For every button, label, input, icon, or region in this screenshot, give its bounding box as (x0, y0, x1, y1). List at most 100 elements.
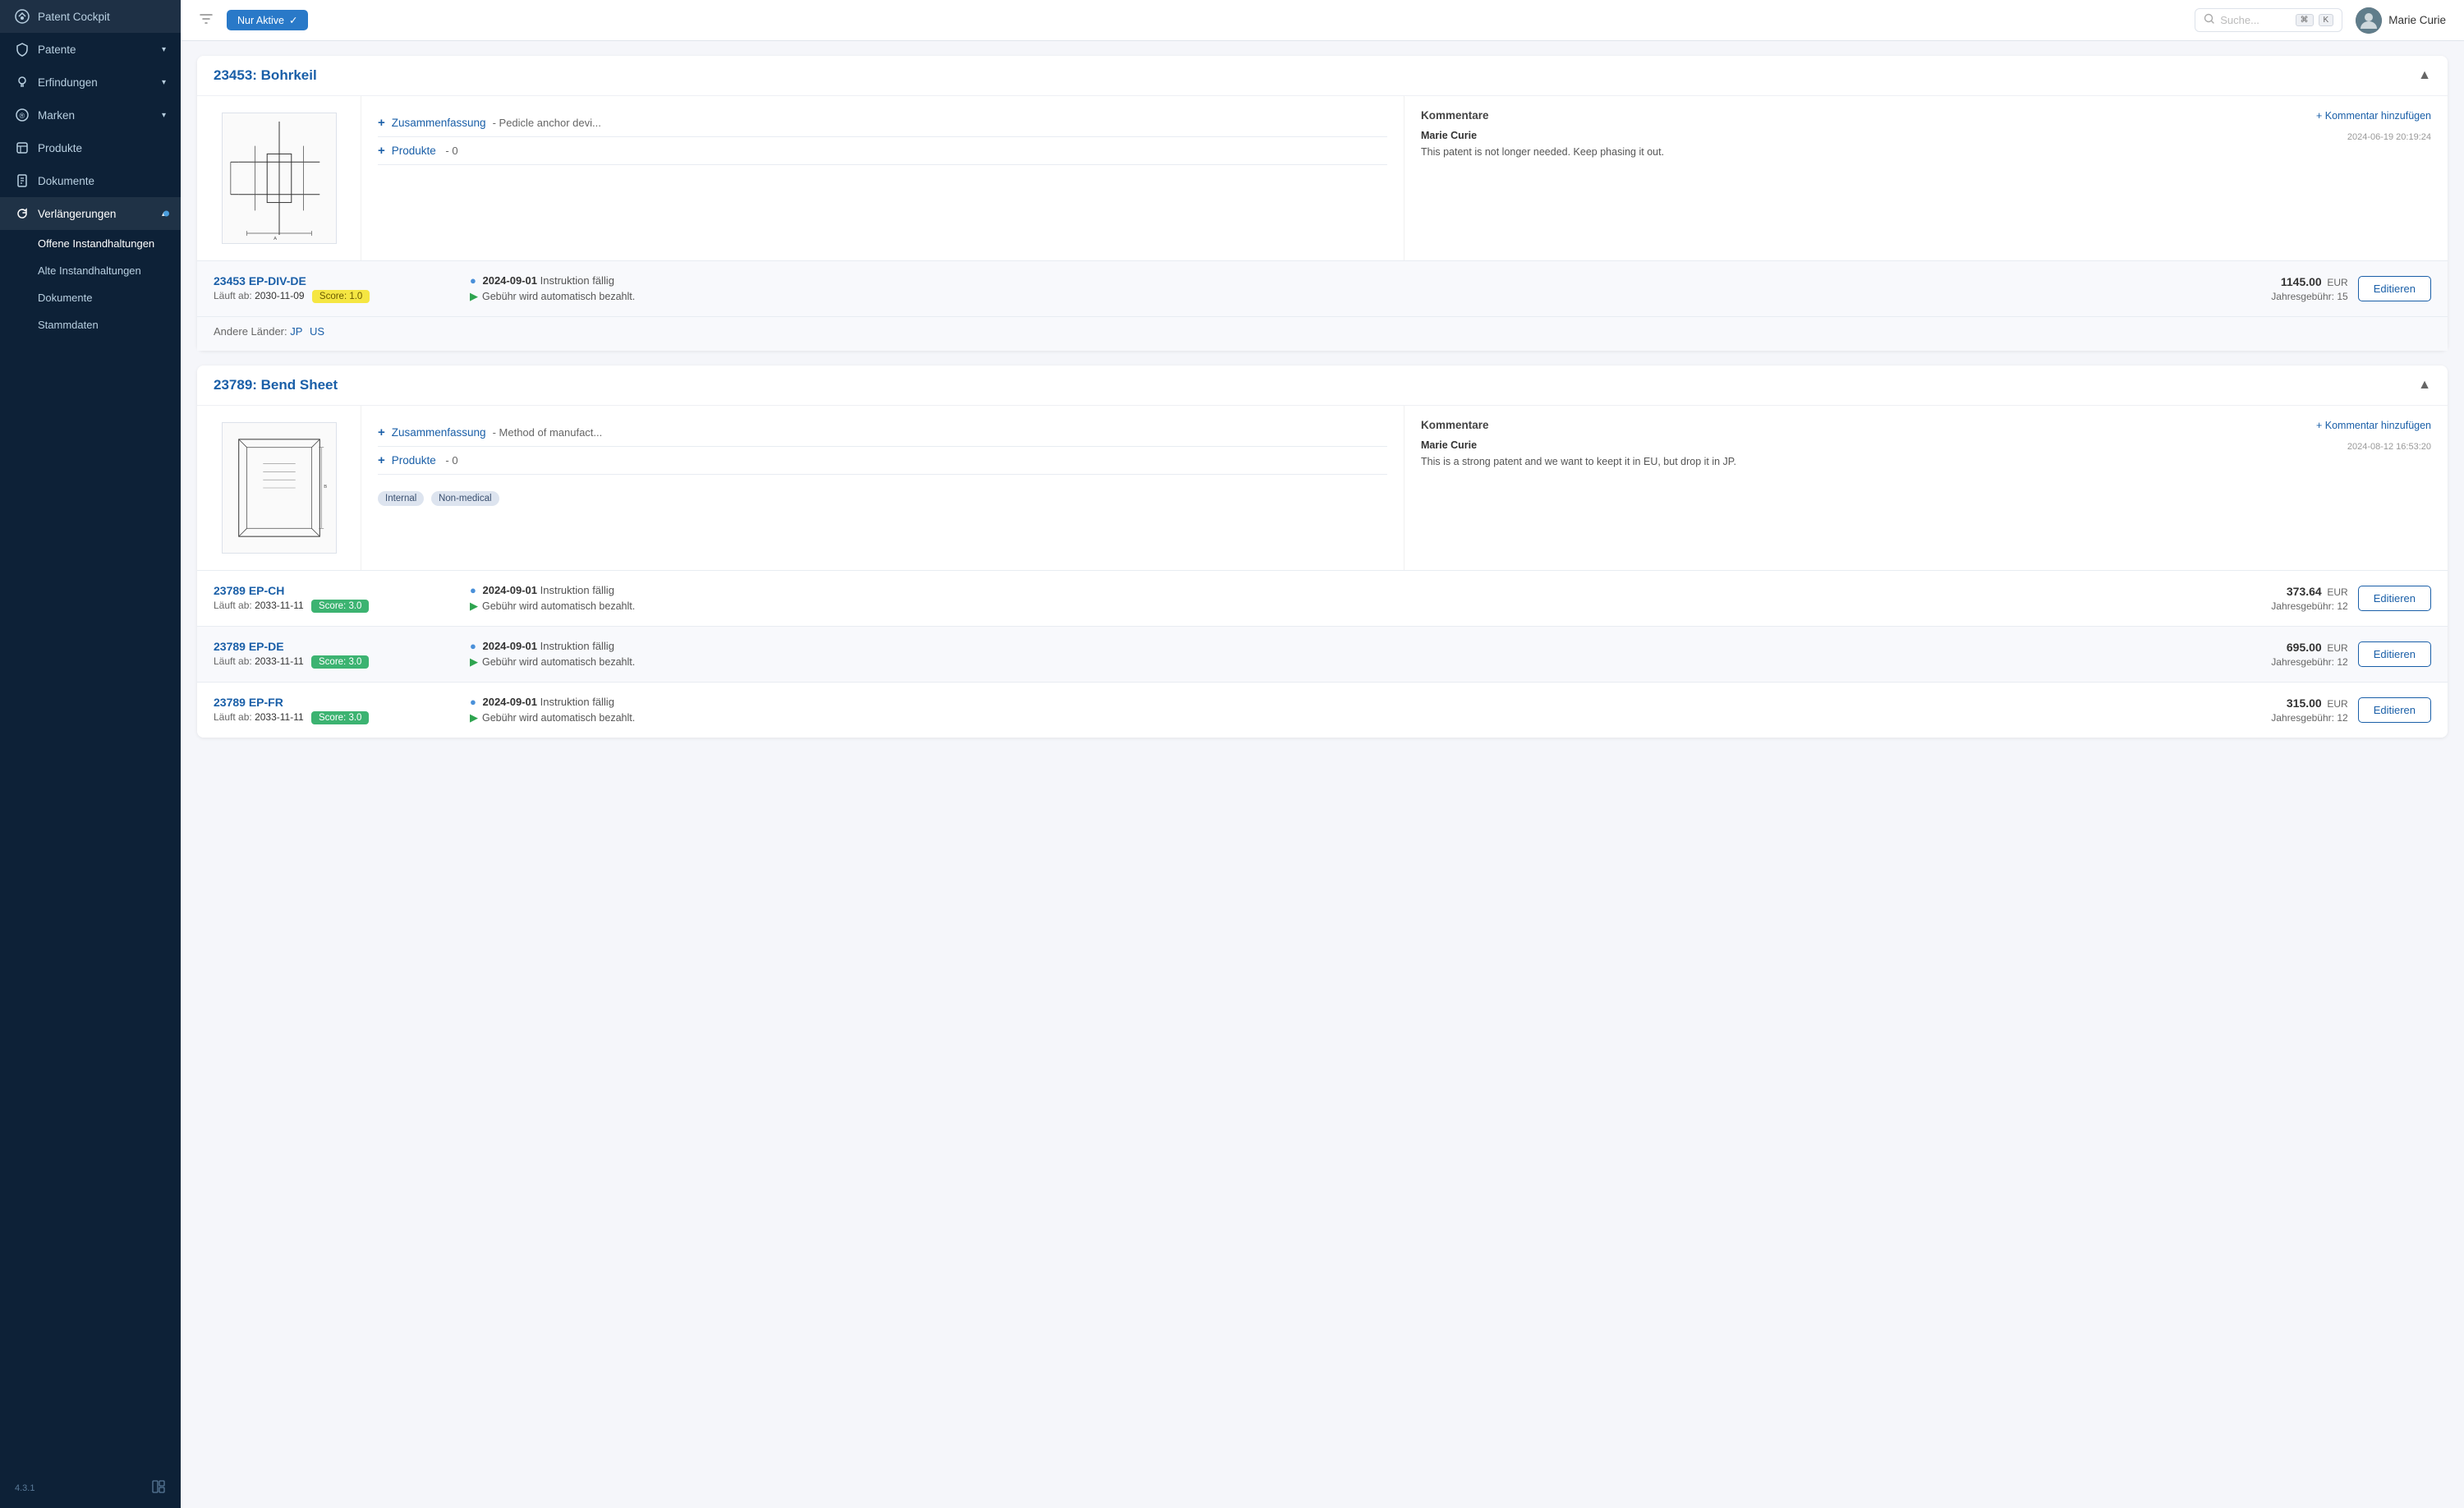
score-badge-23789-ch: Score: 3.0 (311, 600, 369, 613)
score-badge-23789-fr: Score: 3.0 (311, 711, 369, 724)
patent-comments-23789: Kommentare + Kommentar hinzufügen Marie … (1404, 406, 2448, 570)
sidebar-sub-item-stammdaten[interactable]: Stammdaten (0, 311, 181, 338)
svg-text:A: A (274, 237, 277, 241)
patent-record-23453-ep-div-de: 23453 EP-DIV-DE Läuft ab: 2030-11-09 Sco… (197, 260, 2448, 316)
record-id-23789-de: 23789 EP-DE (214, 640, 460, 653)
comments-header-23789: Kommentare + Kommentar hinzufügen (1421, 419, 2431, 431)
chevron-down-icon: ▾ (162, 45, 166, 54)
notification-badge (163, 211, 169, 217)
sidebar-item-produkte[interactable]: Produkte (0, 131, 181, 164)
record-status-23789-de: ● 2024-09-01 Instruktion fällig ▶ Gebühr… (470, 640, 2261, 669)
produkte-label: Produkte (392, 145, 436, 157)
produkte-count: - 0 (443, 145, 458, 157)
kbd-cmd: ⌘ (2296, 14, 2314, 26)
edit-btn-23789-ch[interactable]: Editieren (2358, 586, 2431, 611)
sidebar-sub-item-alte[interactable]: Alte Instandhaltungen (0, 257, 181, 284)
add-comment-link-23789[interactable]: + Kommentar hinzufügen (2316, 420, 2431, 431)
sidebar-item-dokumente-label: Dokumente (38, 175, 166, 187)
sidebar-sub-item-dokumente[interactable]: Dokumente (0, 284, 181, 311)
patent-title-23453: 23453: Bohrkeil (214, 67, 317, 84)
record-expires-23789-fr: Läuft ab: 2033-11-11 Score: 3.0 (214, 711, 460, 724)
edit-btn-23453[interactable]: Editieren (2358, 276, 2431, 301)
record-info-23789-de: 23789 EP-DE Läuft ab: 2033-11-11 Score: … (214, 640, 460, 669)
fee-annual-23453: Jahresgebühr: 15 (2271, 291, 2347, 302)
sidebar-item-cockpit[interactable]: Patent Cockpit (0, 0, 181, 33)
status-date-23789-de: 2024-09-01 (482, 640, 537, 652)
play-icon-23789-de: ▶ (470, 655, 478, 669)
play-icon-23789-ch: ▶ (470, 600, 478, 613)
record-status-23453: ● 2024-09-01 Instruktion fällig ▶ Gebühr… (470, 274, 2261, 303)
sidebar-item-verlaengerungen[interactable]: Verlängerungen ▴ (0, 197, 181, 230)
add-comment-link-23453[interactable]: + Kommentar hinzufügen (2316, 110, 2431, 122)
edit-btn-23789-fr[interactable]: Editieren (2358, 697, 2431, 723)
plus-icon-zusammenfassung: + (378, 116, 385, 130)
record-info-23789-fr: 23789 EP-FR Läuft ab: 2033-11-11 Score: … (214, 696, 460, 724)
record-fee-23789-de: 695.00 EUR Jahresgebühr: 12 (2271, 641, 2347, 668)
patent-record-23789-ep-de: 23789 EP-DE Läuft ab: 2033-11-11 Score: … (197, 626, 2448, 682)
bulb-icon (15, 75, 30, 90)
expand-produkte-23789[interactable]: + Produkte - 0 (378, 447, 1387, 475)
record-info-23789-ch: 23789 EP-CH Läuft ab: 2033-11-11 Score: … (214, 584, 460, 613)
plus-icon-produkte: + (378, 144, 385, 158)
filter-icon (199, 11, 214, 30)
status-dot-23789-de: ● (470, 640, 476, 652)
expand-zusammenfassung-23789[interactable]: + Zusammenfassung - Method of manufact..… (378, 419, 1387, 447)
zusammenfassung-label-23789: Zusammenfassung (392, 426, 486, 439)
status-date-23789-ch: 2024-09-01 (482, 584, 537, 596)
patent-title-23789: 23789: Bend Sheet (214, 377, 338, 393)
nur-aktive-filter[interactable]: Nur Aktive ✓ (227, 10, 308, 30)
expand-produkte-23453[interactable]: + Produkte - 0 (378, 137, 1387, 165)
user-area[interactable]: Marie Curie (2356, 7, 2446, 34)
search-placeholder: Suche... (2220, 14, 2290, 26)
patent-record-23789-ep-fr: 23789 EP-FR Läuft ab: 2033-11-11 Score: … (197, 682, 2448, 738)
expand-zusammenfassung-23453[interactable]: + Zusammenfassung - Pedicle anchor devi.… (378, 109, 1387, 137)
record-fee-23789-ch: 373.64 EUR Jahresgebühr: 12 (2271, 585, 2347, 612)
status-instruction-23789-de: Instruktion fällig (540, 640, 614, 652)
fee-currency-23789-ch: EUR (2327, 586, 2347, 598)
record-status-23789-ch: ● 2024-09-01 Instruktion fällig ▶ Gebühr… (470, 584, 2261, 613)
collapse-btn-23789[interactable]: ▲ (2418, 378, 2431, 393)
svg-text:®: ® (20, 112, 25, 120)
comment-text-23789: This is a strong patent and we want to k… (1421, 454, 1736, 470)
search-bar[interactable]: Suche... ⌘ K (2195, 8, 2342, 32)
sidebar-item-patente-label: Patente (38, 44, 154, 56)
patent-comments-23453: Kommentare + Kommentar hinzufügen Marie … (1404, 96, 2448, 260)
topbar: Nur Aktive ✓ Suche... ⌘ K (181, 0, 2464, 41)
shield-icon (15, 42, 30, 57)
patent-details-23453: + Zusammenfassung - Pedicle anchor devi.… (361, 96, 1404, 260)
refresh-icon (15, 206, 30, 221)
collapse-btn-23453[interactable]: ▲ (2418, 68, 2431, 83)
sidebar-item-erfindungen[interactable]: Erfindungen ▾ (0, 66, 181, 99)
status-date-23453: 2024-09-01 (482, 274, 537, 287)
other-countries-23453: Andere Länder: JP US (197, 316, 2448, 351)
sidebar-item-marken[interactable]: ® Marken ▾ (0, 99, 181, 131)
chevron-down-icon-3: ▾ (162, 111, 166, 120)
comment-content-23789: Marie Curie This is a strong patent and … (1421, 439, 1736, 470)
search-icon (2204, 13, 2215, 27)
comments-title-23453: Kommentare (1421, 109, 1489, 122)
edit-btn-23789-de[interactable]: Editieren (2358, 641, 2431, 667)
comment-text-23453: This patent is not longer needed. Keep p… (1421, 145, 1664, 160)
patent-header-23453: 23453: Bohrkeil ▲ (197, 56, 2448, 96)
status-auto-23453: ▶ Gebühr wird automatisch bezahlt. (470, 290, 2261, 303)
layout-icon[interactable] (151, 1479, 166, 1497)
sidebar-item-marken-label: Marken (38, 109, 154, 122)
status-auto-23789-ch: ▶ Gebühr wird automatisch bezahlt. (470, 600, 2261, 613)
version-number: 4.3.1 (15, 1483, 34, 1493)
sidebar-item-dokumente[interactable]: Dokumente (0, 164, 181, 197)
record-id-23453: 23453 EP-DIV-DE (214, 274, 460, 287)
comment-date-23789: 2024-08-12 16:53:20 (2347, 442, 2431, 452)
fee-currency-23789-de: EUR (2327, 642, 2347, 654)
record-fee-23453: 1145.00 EUR Jahresgebühr: 15 (2271, 275, 2347, 302)
circle-r-icon: ® (15, 108, 30, 122)
country-jp-23453[interactable]: JP (290, 325, 302, 338)
plus-icon-produkte-23789: + (378, 453, 385, 467)
fee-annual-23789-fr: Jahresgebühr: 12 (2271, 712, 2347, 724)
sidebar-sub-item-offene[interactable]: Offene Instandhaltungen (0, 230, 181, 257)
sidebar-item-patente[interactable]: Patente ▾ (0, 33, 181, 66)
patent-image-23789: B (197, 406, 361, 570)
tag-nonmedical: Non-medical (431, 491, 499, 506)
patent-block-23453: 23453: Bohrkeil ▲ (197, 56, 2448, 351)
country-us-23453[interactable]: US (310, 325, 324, 338)
cockpit-icon (15, 9, 30, 24)
